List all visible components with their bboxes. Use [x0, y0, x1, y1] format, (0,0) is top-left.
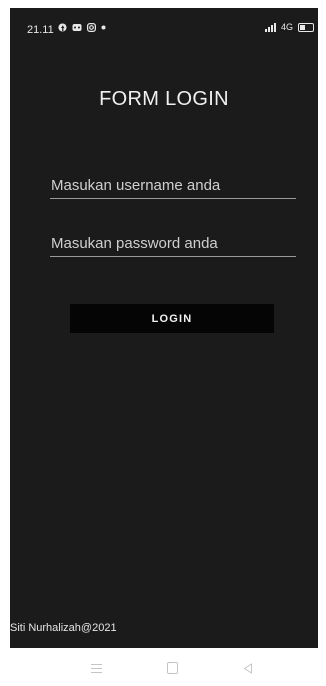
username-field[interactable]	[50, 172, 296, 199]
network-label: 4G	[280, 22, 293, 32]
facebook-icon	[58, 23, 67, 32]
dot-icon	[101, 25, 106, 30]
signal-icon	[264, 22, 276, 32]
login-button[interactable]: LOGIN	[70, 304, 274, 333]
notification-icons	[58, 23, 106, 32]
app-screen: 21.11 4G FORM LOGIN LOGIN Siti Nurhaliza…	[10, 8, 318, 686]
password-field[interactable]	[50, 230, 296, 257]
back-icon[interactable]	[236, 659, 260, 677]
status-bar: 21.11 4G	[10, 8, 318, 48]
status-time: 21.11	[27, 24, 54, 36]
instagram-icon	[87, 23, 96, 32]
footer-credit: Siti Nurhalizah@2021	[10, 622, 117, 634]
battery-icon	[298, 22, 314, 32]
system-icons: 4G	[264, 22, 314, 32]
page-title: FORM LOGIN	[99, 88, 229, 110]
game-icon	[72, 24, 82, 31]
menu-icon[interactable]	[84, 659, 108, 677]
home-icon[interactable]	[160, 659, 184, 677]
navigation-bar	[10, 648, 318, 686]
